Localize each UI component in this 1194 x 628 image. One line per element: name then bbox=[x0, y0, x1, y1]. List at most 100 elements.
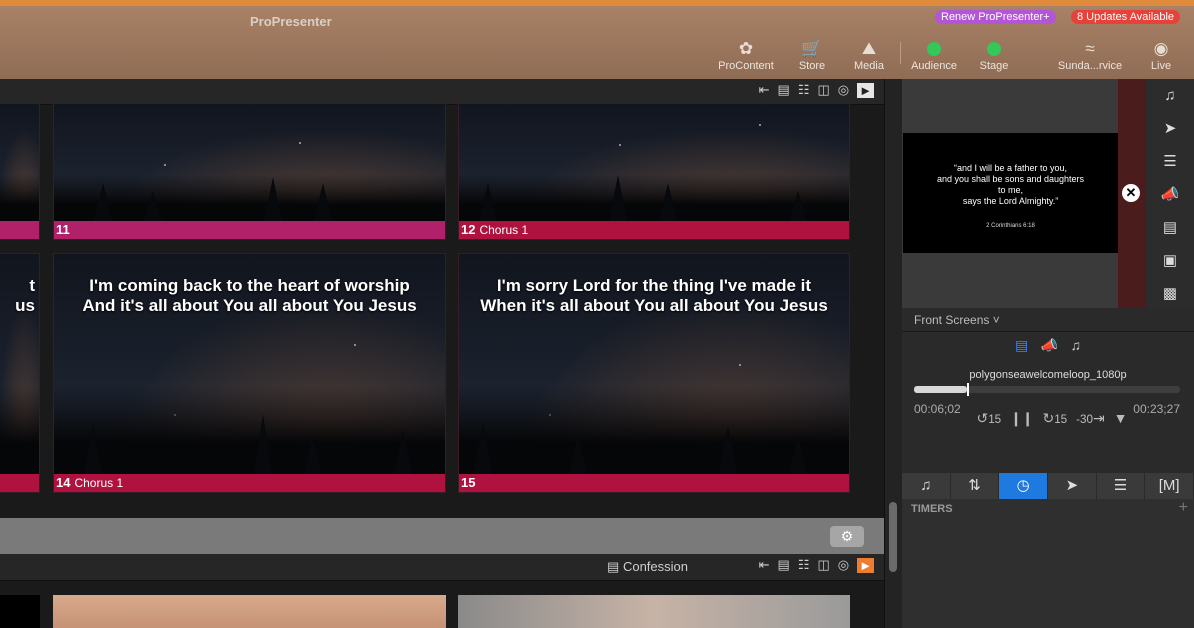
slide-icon[interactable]: ▤ bbox=[1146, 211, 1194, 244]
stage-button[interactable]: Stage bbox=[959, 38, 1029, 72]
procontent-icon: ✿ bbox=[738, 39, 754, 58]
propresenter-window: ProPresenter Renew ProPresenter+ 8 Updat… bbox=[0, 0, 1194, 628]
announcement-icon[interactable]: 📣 bbox=[1146, 178, 1194, 211]
clipboard-icon[interactable]: ▤ bbox=[778, 82, 790, 98]
live-button[interactable]: ◉ Live bbox=[1126, 38, 1194, 72]
skip-back-icon[interactable]: ↺15 bbox=[976, 410, 1001, 427]
timers-panel: TIMERS + bbox=[902, 499, 1194, 628]
slide-partial-bottom[interactable]: t us bbox=[0, 253, 40, 493]
slide-partial-top[interactable] bbox=[0, 103, 40, 240]
transition-icon[interactable]: ⇤ bbox=[759, 82, 770, 98]
play-icon[interactable]: ► bbox=[857, 82, 874, 98]
timers-header: TIMERS bbox=[911, 503, 953, 515]
image-icon[interactable]: ▣ bbox=[1146, 244, 1194, 277]
stage-status-dot bbox=[987, 42, 1001, 56]
messages-icon[interactable]: ➤ bbox=[1048, 473, 1097, 499]
slide-thumbnail[interactable] bbox=[458, 595, 850, 628]
props-icon[interactable]: ☰ bbox=[1097, 473, 1146, 499]
stage-label: Stage bbox=[979, 60, 1009, 72]
slides-toolbar: ⇤ ▤ ☷ ◫ ◎ ► bbox=[0, 79, 884, 105]
stage-layout-icon[interactable]: ⇅ bbox=[951, 473, 1000, 499]
procontent-button[interactable]: ✿ ProContent bbox=[711, 38, 781, 72]
updates-badge[interactable]: 8 Updates Available bbox=[1071, 10, 1181, 24]
audio-bin-icon[interactable]: ♫ bbox=[902, 473, 951, 499]
target-icon[interactable]: ◎ bbox=[838, 557, 849, 573]
slide-14[interactable]: I'm coming back to the heart of worship … bbox=[53, 253, 446, 493]
slide-lyric: I'm coming back to the heart of worship … bbox=[82, 276, 417, 315]
group-bar: ⚙ bbox=[0, 518, 884, 554]
screens-label: Front Screens ˅ bbox=[914, 313, 1000, 327]
audio-tab-icon[interactable]: ♫ bbox=[1071, 337, 1082, 353]
layout-icon[interactable]: ◫ bbox=[817, 82, 829, 98]
macros-icon[interactable]: [M] bbox=[1145, 473, 1194, 499]
jump-icon[interactable]: -30⇥ bbox=[1076, 410, 1105, 427]
audience-status-dot bbox=[927, 42, 941, 56]
slides-scrollbar[interactable] bbox=[884, 79, 902, 628]
add-timer-icon[interactable]: + bbox=[1179, 499, 1188, 517]
slide-label: 12 Chorus 1 bbox=[459, 221, 849, 239]
slide-thumbnail[interactable] bbox=[53, 595, 446, 628]
announcement-tab-icon[interactable]: 📣 bbox=[1041, 337, 1058, 354]
gear-icon[interactable]: ⚙ bbox=[830, 526, 864, 547]
media-name: polygonseawelcomeloop_1080p bbox=[969, 369, 1127, 381]
layers-icon[interactable]: ☰ bbox=[1146, 145, 1194, 178]
scrollbar-thumb[interactable] bbox=[889, 502, 897, 572]
procontent-label: ProContent bbox=[718, 60, 774, 72]
progress-fill bbox=[914, 386, 968, 393]
output-preview: “and I will be a father to you, and you … bbox=[902, 79, 1118, 308]
transport-controls: ↺15 ❙❙ ↻15 -30⇥ ▼ bbox=[972, 410, 1132, 427]
slide-tab-icon[interactable]: ▤ bbox=[1015, 337, 1028, 354]
media-progress[interactable] bbox=[914, 383, 1180, 396]
slide-label: 14 Chorus 1 bbox=[54, 474, 445, 492]
clipboard-icon[interactable]: ▤ bbox=[778, 557, 790, 573]
service-button[interactable]: ≈ Sunda...rvice bbox=[1055, 38, 1125, 72]
media-label: Media bbox=[854, 60, 884, 72]
confession-slides bbox=[0, 581, 884, 628]
send-icon[interactable]: ➤ bbox=[1146, 112, 1194, 145]
marker-icon[interactable]: ▼ bbox=[1114, 410, 1128, 427]
renew-badge[interactable]: Renew ProPresenter+ bbox=[935, 10, 1056, 24]
slide-lyric: I'm sorry Lord for the thing I've made i… bbox=[480, 276, 828, 315]
media-button[interactable]: ⛰ Media bbox=[834, 38, 904, 72]
preview-text: “and I will be a father to you, and you … bbox=[936, 163, 1085, 206]
store-label: Store bbox=[798, 60, 826, 72]
media-type-tabs: ▤ 📣 ♫ bbox=[902, 332, 1194, 358]
audience-label: Audience bbox=[911, 60, 957, 72]
timer-icon[interactable]: ◷ bbox=[999, 473, 1049, 499]
broadcast-icon: ◉ bbox=[1153, 39, 1169, 58]
service-label: Sunda...rvice bbox=[1057, 60, 1123, 72]
preview-reference: 2 Corinthians 6:18 bbox=[986, 223, 1035, 229]
presentation-title[interactable]: ▤ Confession bbox=[607, 559, 688, 575]
title-toolbar: ProPresenter Renew ProPresenter+ 8 Updat… bbox=[0, 0, 1194, 79]
skip-forward-icon[interactable]: ↻15 bbox=[1042, 410, 1067, 427]
slide-15[interactable]: I'm sorry Lord for the thing I've made i… bbox=[458, 253, 850, 493]
play-icon[interactable]: ► bbox=[857, 557, 874, 573]
slide-label: 11 bbox=[54, 221, 445, 239]
mustache-icon: ≈ bbox=[1085, 39, 1095, 58]
transition-icon[interactable]: ⇤ bbox=[759, 557, 770, 573]
slide-11[interactable]: 11 bbox=[53, 103, 446, 240]
pause-icon[interactable]: ❙❙ bbox=[1010, 410, 1033, 427]
clear-all-icon[interactable]: ✕ bbox=[1122, 184, 1140, 202]
elapsed-time: 00:06;02 bbox=[914, 402, 961, 416]
layout-icon[interactable]: ◫ bbox=[817, 557, 829, 573]
utility-tabs: ♫ ⇅ ◷ ➤ ☰ [M] bbox=[902, 473, 1194, 499]
right-panel: “and I will be a father to you, and you … bbox=[902, 79, 1194, 628]
clear-layers-column: ♫ ➤ ☰ 📣 ▤ ▣ ▩ bbox=[1146, 79, 1194, 308]
slide-thumbnail[interactable] bbox=[0, 595, 40, 628]
preview-screen: “and I will be a father to you, and you … bbox=[903, 133, 1118, 253]
media-icon: ⛰ bbox=[861, 39, 877, 58]
screens-selector[interactable]: Front Screens ˅ bbox=[902, 308, 1194, 332]
slides-grid: t us 11 12 Chorus 1 I'm coming back to t… bbox=[0, 103, 884, 518]
progress-knob[interactable] bbox=[967, 383, 970, 396]
arrangement-icon[interactable]: ☷ bbox=[798, 557, 810, 573]
audio-icon[interactable]: ♫ bbox=[1146, 79, 1194, 112]
target-icon[interactable]: ◎ bbox=[838, 82, 849, 98]
slide-lyric: t us bbox=[15, 276, 35, 315]
slide-12[interactable]: 12 Chorus 1 bbox=[458, 103, 850, 240]
video-icon[interactable]: ▩ bbox=[1146, 277, 1194, 310]
slide-label: 15 bbox=[459, 474, 849, 492]
live-label: Live bbox=[1150, 60, 1172, 72]
arrangement-icon[interactable]: ☷ bbox=[798, 82, 810, 98]
window-title: ProPresenter bbox=[250, 14, 332, 29]
